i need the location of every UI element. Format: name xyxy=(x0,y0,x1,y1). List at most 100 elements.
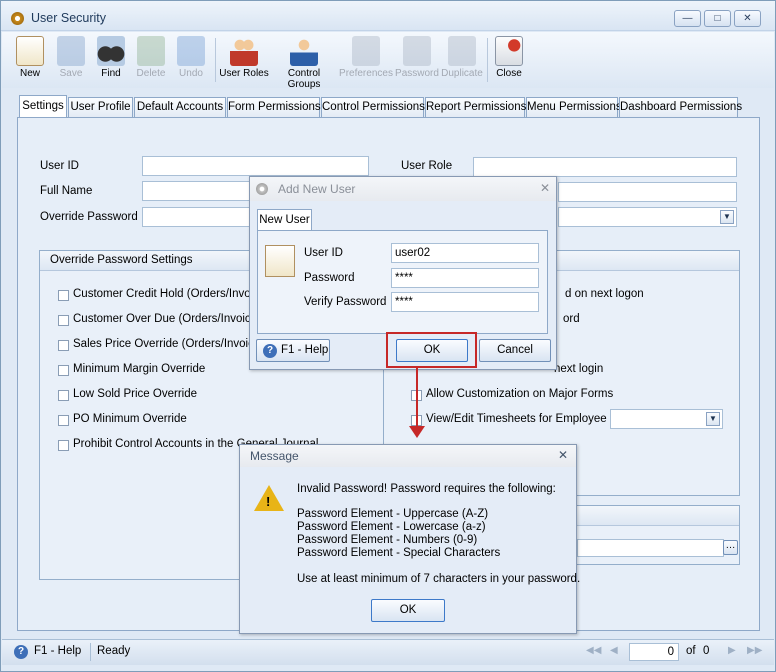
duplicate-icon xyxy=(448,36,476,66)
undo-button[interactable]: Undo xyxy=(169,34,213,88)
app-icon xyxy=(11,12,24,25)
lower-right-group-header xyxy=(577,506,739,526)
preferences-button[interactable]: Preferences xyxy=(338,34,394,88)
save-icon xyxy=(57,36,85,66)
close-icon xyxy=(495,36,523,66)
close-icon[interactable]: ✕ xyxy=(558,448,568,462)
title-bar: User Security — □ ✕ xyxy=(1,1,775,31)
user-role-label: User Role xyxy=(401,160,453,172)
toolbar: New Save Find Delete Undo User Roles Con… xyxy=(2,32,774,90)
override-password-input[interactable] xyxy=(142,207,252,227)
tab-settings[interactable]: Settings xyxy=(19,95,67,118)
override-password-label: Override Password xyxy=(40,211,138,223)
duplicate-button[interactable]: Duplicate xyxy=(439,34,485,88)
lookup-input[interactable] xyxy=(577,539,724,557)
tab-user-profile[interactable]: User Profile xyxy=(68,97,133,117)
user-roles-button[interactable]: User Roles xyxy=(218,34,270,88)
checkbox[interactable] xyxy=(58,340,69,351)
undo-icon xyxy=(177,36,205,66)
lower-right-group: … xyxy=(576,505,740,565)
recycle-bin-icon xyxy=(137,36,165,66)
tab-menu-permissions[interactable]: Menu Permissions xyxy=(526,97,622,117)
checkbox[interactable] xyxy=(58,315,69,326)
full-name-label: Full Name xyxy=(40,185,93,197)
find-button[interactable]: Find xyxy=(89,34,133,88)
prev-page-icon[interactable]: ◀ xyxy=(610,645,618,656)
user-roles-icon xyxy=(230,36,258,66)
user-role-input[interactable] xyxy=(473,157,737,177)
message-element: Password Element - Special Characters xyxy=(297,547,501,559)
dialog-cancel-button[interactable]: Cancel xyxy=(479,339,551,362)
control-groups-button[interactable]: Control Groups xyxy=(271,34,337,90)
last-page-icon[interactable]: ▶▶ xyxy=(747,645,762,656)
tab-new-user[interactable]: New User xyxy=(257,209,312,230)
password-icon xyxy=(403,36,431,66)
user-id-input[interactable] xyxy=(142,156,369,176)
toolbar-separator xyxy=(215,38,216,82)
status-separator xyxy=(90,643,91,661)
chevron-down-icon: ▼ xyxy=(720,210,734,224)
dialog-ok-button[interactable]: OK xyxy=(396,339,468,362)
app-icon xyxy=(256,183,268,195)
window-title: User Security xyxy=(31,11,107,25)
message-ok-button[interactable]: OK xyxy=(371,599,445,622)
message-footer: Use at least minimum of 7 characters in … xyxy=(297,573,581,585)
annotation-arrow-line xyxy=(416,368,418,428)
first-page-icon[interactable]: ◀◀ xyxy=(586,645,601,656)
message-title: Message xyxy=(240,445,576,467)
checkbox[interactable] xyxy=(58,290,69,301)
control-groups-icon xyxy=(290,36,318,66)
save-button[interactable]: Save xyxy=(49,34,93,88)
password-button[interactable]: Password xyxy=(394,34,440,88)
tab-control-permissions[interactable]: Control Permissions xyxy=(321,97,425,117)
ellipsis-button[interactable]: … xyxy=(723,540,738,555)
checkbox[interactable] xyxy=(58,415,69,426)
dialog-user-id-input[interactable]: user02 xyxy=(391,243,539,263)
dialog-help-button[interactable]: ? F1 - Help xyxy=(256,339,330,362)
chevron-down-icon: ▼ xyxy=(706,412,720,426)
page-input[interactable]: 0 xyxy=(629,643,679,661)
tab-report-permissions[interactable]: Report Permissions xyxy=(425,97,526,117)
minimize-button[interactable]: — xyxy=(674,10,701,27)
maximize-button[interactable]: □ xyxy=(704,10,731,27)
status-text: Ready xyxy=(97,645,131,657)
checkbox[interactable] xyxy=(58,365,69,376)
tab-form-permissions[interactable]: Form Permissions xyxy=(227,97,321,117)
dialog-title: Add New User xyxy=(278,182,356,196)
dialog-verify-password-input[interactable]: **** xyxy=(391,292,539,312)
close-button[interactable]: Close xyxy=(489,34,529,88)
help-icon: ? xyxy=(14,645,28,659)
dialog-password-label: Password xyxy=(304,272,355,284)
new-user-panel: User ID user02 Password **** Verify Pass… xyxy=(257,230,548,334)
message-element: Password Element - Uppercase (A-Z) xyxy=(297,508,489,520)
warning-icon-glyph: ! xyxy=(266,494,271,509)
status-bar: ? F1 - Help Ready ◀◀ ◀ 0 of 0 ▶ ▶▶ xyxy=(2,639,774,665)
role-dropdown[interactable]: ▼ xyxy=(558,207,737,227)
partial-option-label: d on next logon xyxy=(565,288,644,300)
new-user-icon xyxy=(265,245,295,277)
close-icon[interactable]: ✕ xyxy=(540,181,550,195)
help-icon: ? xyxy=(263,344,277,358)
tab-strip: Settings User Profile Default Accounts F… xyxy=(17,95,761,118)
dialog-title-bar: Add New User xyxy=(250,177,556,201)
help-link[interactable]: F1 - Help xyxy=(34,645,81,657)
toolbar-separator xyxy=(487,38,488,82)
partial-option-label: ord xyxy=(563,313,580,325)
checkbox[interactable] xyxy=(58,440,69,451)
new-button[interactable]: New xyxy=(8,34,52,88)
partial-option-label: next login xyxy=(554,363,604,375)
close-window-button[interactable]: ✕ xyxy=(734,10,761,27)
delete-button[interactable]: Delete xyxy=(129,34,173,88)
dialog-verify-password-label: Verify Password xyxy=(304,296,387,308)
message-element: Password Element - Lowercase (a-z) xyxy=(297,521,486,533)
checkbox[interactable] xyxy=(58,390,69,401)
tab-default-accounts[interactable]: Default Accounts xyxy=(134,97,226,117)
full-name-input[interactable] xyxy=(142,181,252,201)
page-of-label: of xyxy=(686,645,696,657)
employee-dropdown[interactable]: ▼ xyxy=(610,409,723,429)
next-page-icon[interactable]: ▶ xyxy=(728,645,736,656)
dialog-password-input[interactable]: **** xyxy=(391,268,539,288)
annotation-arrow-head xyxy=(409,426,425,438)
full-name-extra-input[interactable] xyxy=(558,182,737,202)
tab-dashboard-permissions[interactable]: Dashboard Permissions xyxy=(619,97,742,117)
